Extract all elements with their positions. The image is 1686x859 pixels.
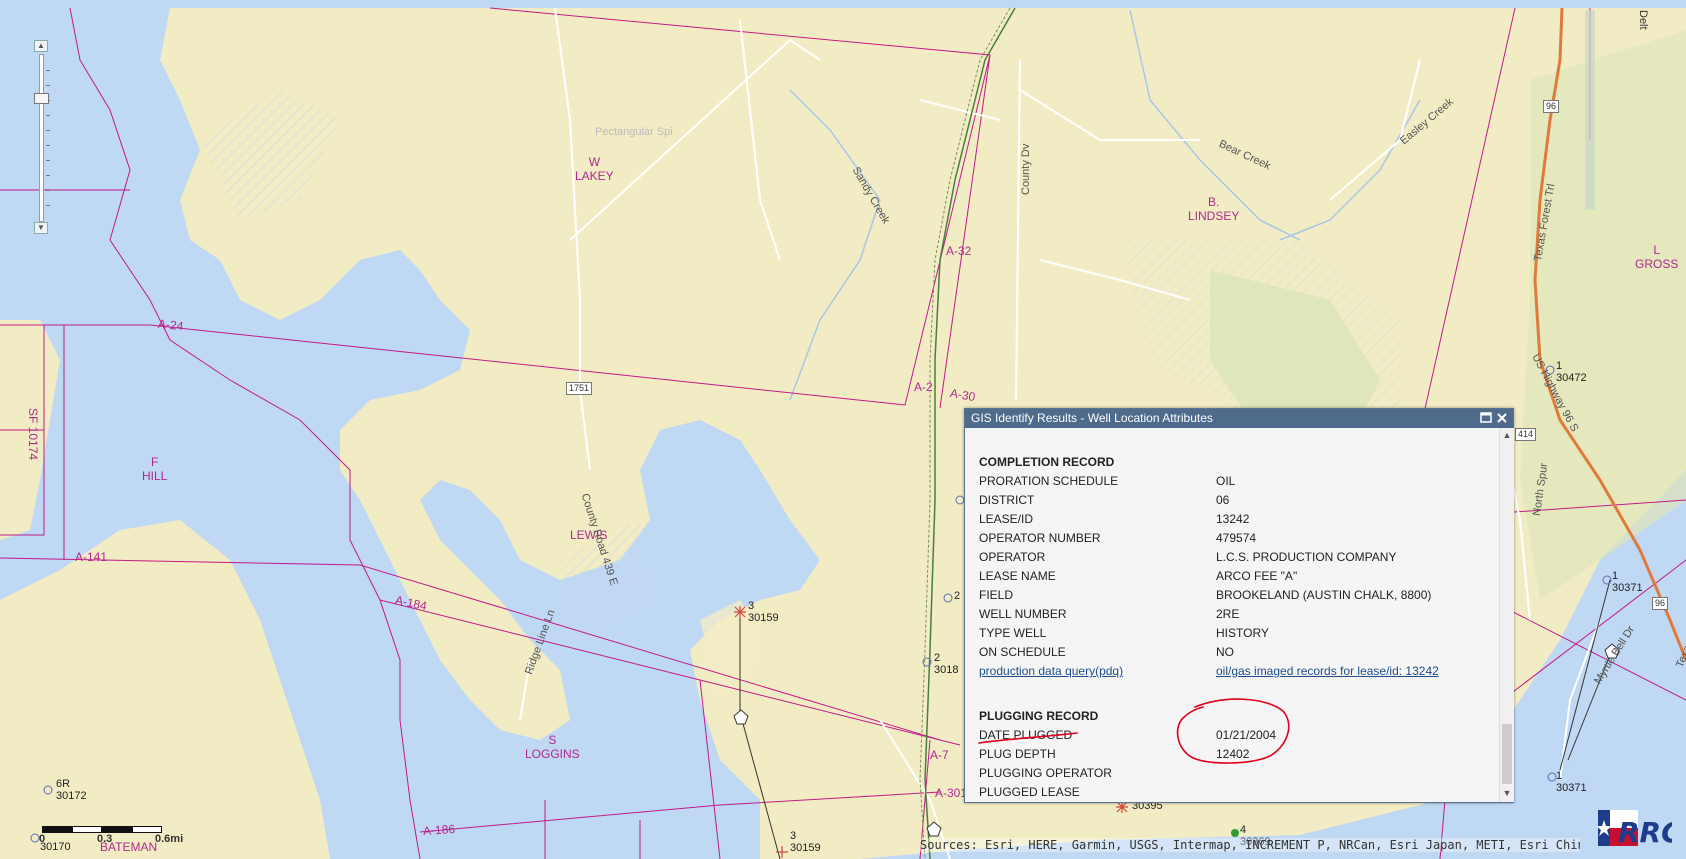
well-label[interactable]: 1 30371 [1612,570,1643,594]
scroll-down-icon[interactable]: ▼ [1502,788,1512,798]
zoom-track[interactable] [39,54,44,222]
scrollbar-thumb[interactable] [1502,724,1512,784]
survey-label-f-hill: F HILL [142,455,168,483]
route-shield: 96 [1652,597,1669,610]
well-label[interactable]: 2 3018 [934,652,958,676]
close-icon[interactable] [1496,412,1508,424]
route-shield: 414 [1515,428,1537,441]
survey-label-l-gross: L GROSS [1635,243,1679,271]
zoom-in-icon[interactable]: ▲ [34,40,48,52]
maximize-icon[interactable] [1480,412,1492,424]
well-label[interactable]: 6R 30172 [56,778,87,802]
logo-text: RRC [1618,816,1672,848]
road-label: Pectangular Spi [595,126,673,138]
well-label[interactable]: 2 [954,590,960,602]
abstract-label: A-32 [946,244,972,258]
zoom-handle[interactable] [34,93,49,104]
popup-body: COMPLETION RECORD PRORATION SCHEDULE OIL … [965,428,1499,802]
corner-label: Delt [1637,10,1649,30]
red-annotation [978,698,1290,764]
popup-title: GIS Identify Results - Well Location Att… [971,411,1213,425]
well-label[interactable]: 3 30159 [790,830,821,854]
abstract-label: A-7 [930,748,949,762]
survey-label-s-loggins: S LOGGINS [525,733,580,761]
road-label: County Dv [1020,143,1032,195]
scroll-up-icon[interactable]: ▲ [1502,430,1512,440]
rrc-logo: RRC [1596,808,1682,849]
abstract-label: A-2 [914,380,933,394]
abstract-label: SF 10174 [26,408,40,461]
abstract-label: A-301 [935,786,968,800]
well-label[interactable]: 3 30159 [748,600,779,624]
abstract-label: A-141 [75,550,108,564]
well-label[interactable]: 1 30371 [1556,770,1587,794]
zoom-out-icon[interactable]: ▼ [34,222,48,234]
route-shield: 96 [1543,100,1560,113]
abstract-label: A-186 [422,821,456,839]
route-shield: 1751 [566,382,593,395]
survey-label-w-lakey: W LAKEY [575,155,614,183]
survey-label-b-lindsey: B. LINDSEY [1188,195,1240,223]
well-label[interactable]: 1 30472 [1556,360,1587,384]
scale-bar: 0 0.3 0.6mi [39,826,183,845]
identify-results-popup[interactable]: GIS Identify Results - Well Location Att… [964,408,1514,803]
abstract-label: A-24 [157,316,185,334]
popup-titlebar[interactable]: GIS Identify Results - Well Location Att… [965,409,1513,428]
map-attribution: Sources: Esri, HERE, Garmin, USGS, Inter… [920,838,1580,852]
popup-scrollbar[interactable]: ▲ ▼ [1499,428,1514,802]
zoom-slider[interactable]: ▲ ▼ [34,40,50,234]
